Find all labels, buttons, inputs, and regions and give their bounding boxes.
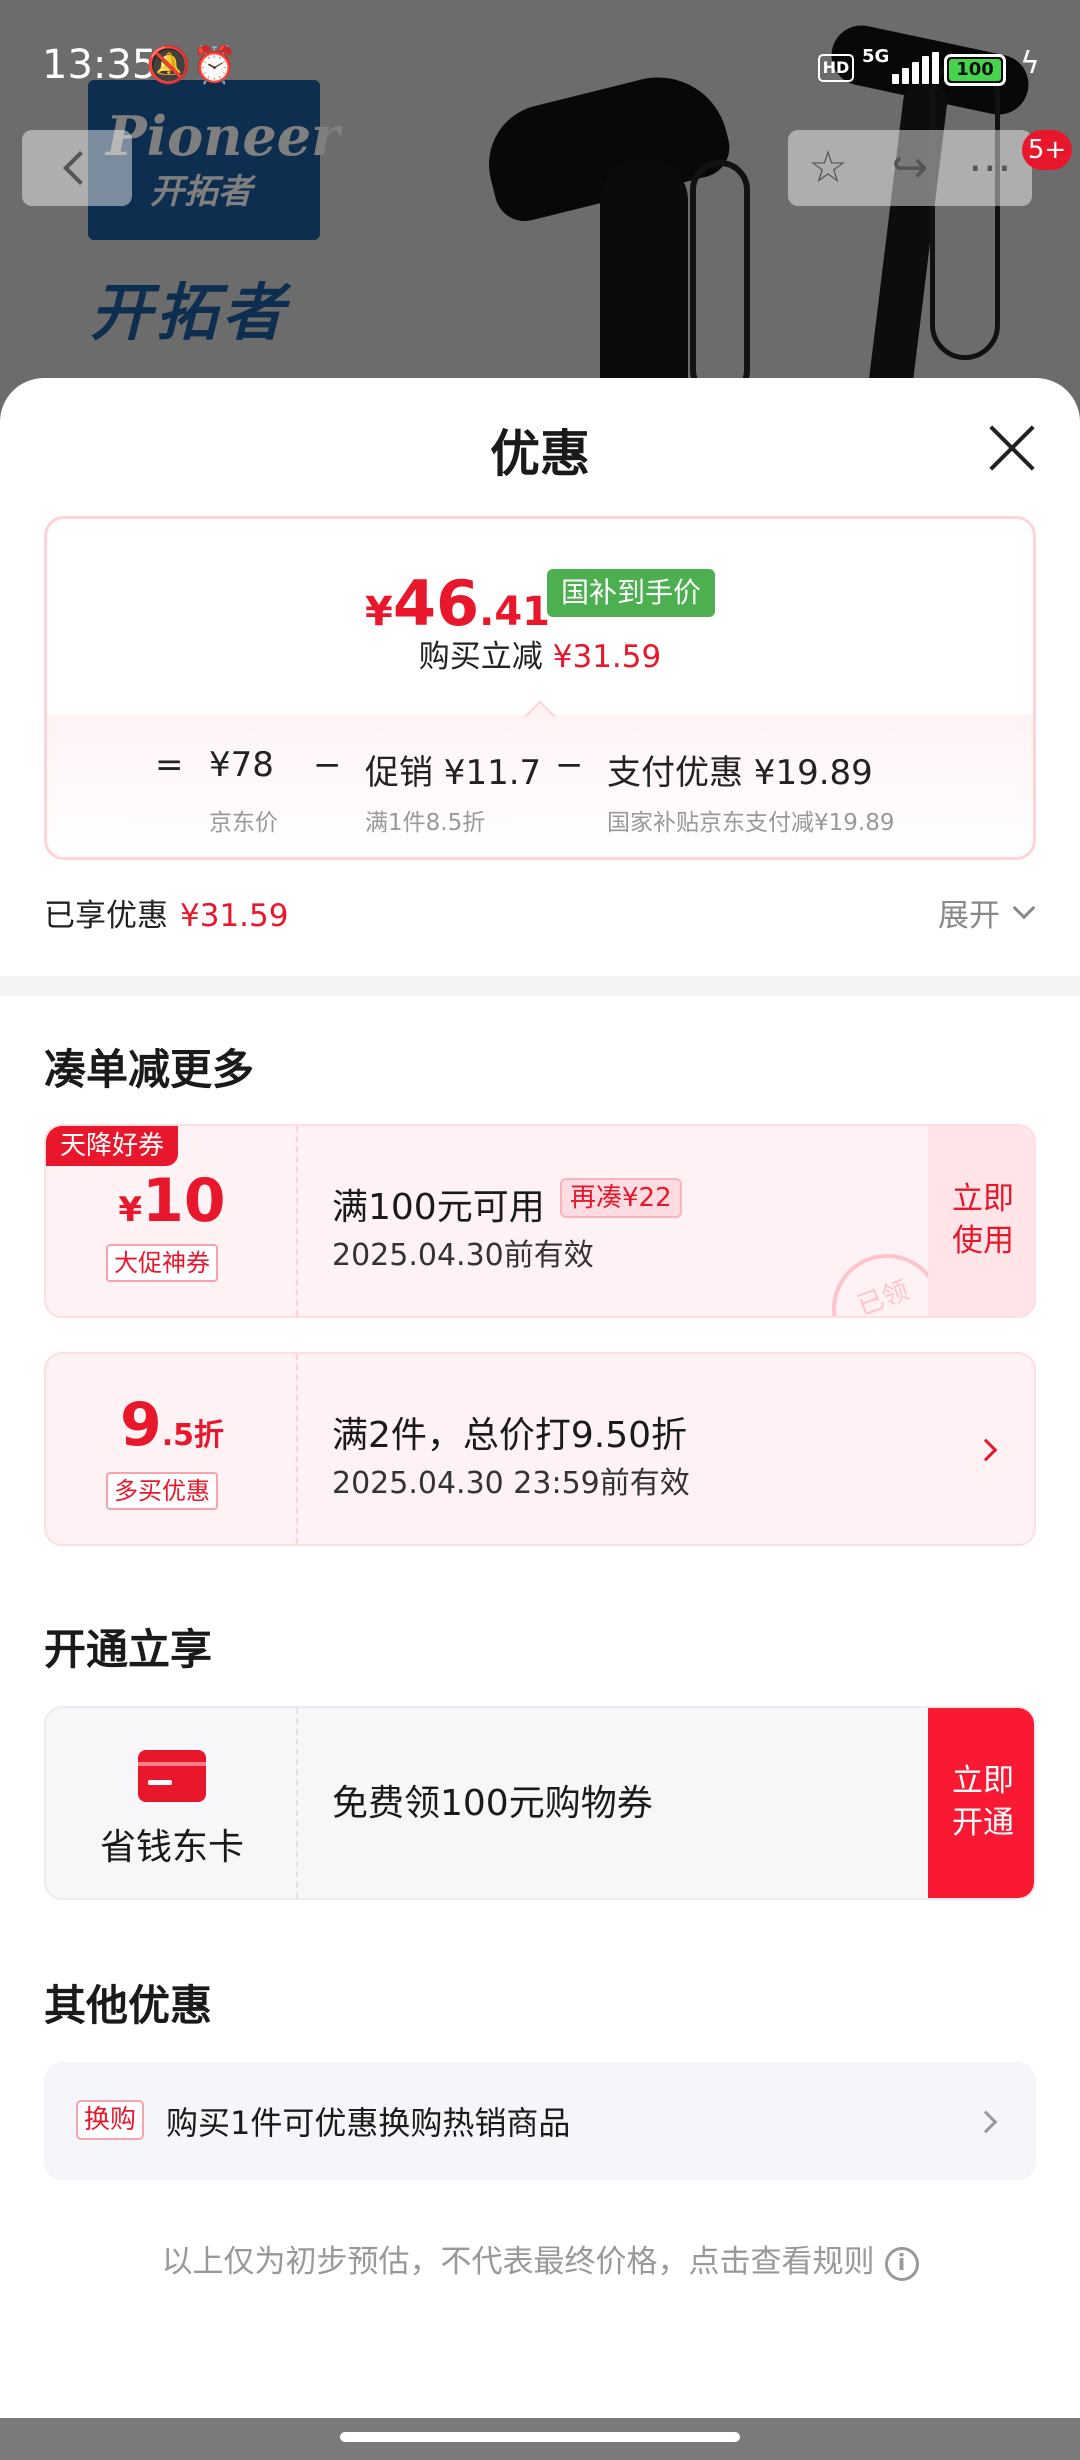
status-bar: 13:35 🔕 ⏰ HD 5G 100 ϟ [0, 0, 1080, 140]
alarm-icon: ⏰ [192, 45, 237, 86]
instant-discount: 购买立减 ¥31.59 [47, 631, 1033, 676]
membership-card[interactable]: 省钱东卡 免费领100元购物券 立即 开通 [44, 1706, 1036, 1900]
instant-discount-amount: ¥31.59 [552, 639, 662, 675]
network-type: 5G [862, 46, 890, 67]
cane-strap-image [690, 160, 750, 400]
enjoyed-discount-label: 已享优惠 [44, 898, 168, 934]
brand-name-cn: 开拓者 [90, 276, 289, 349]
open-now-button[interactable]: 立即 开通 [928, 1708, 1034, 1898]
info-icon[interactable]: i [884, 2246, 919, 2281]
promo-label: 满1件8.5折 [365, 810, 486, 836]
coupon-type-tag: 大促神券 [106, 1244, 218, 1282]
disclaimer-text: 以上仅为初步预估，不代表最终价格，点击查看规则 [161, 2244, 875, 2280]
payment-discount-value: 支付优惠 ¥19.89 [607, 753, 873, 793]
battery-level: 100 [949, 59, 1001, 81]
membership-desc: 免费领100元购物券 [332, 1783, 653, 1824]
nav-actions: ☆ ↪ ⋯ [788, 130, 1032, 206]
chevron-right-icon[interactable] [974, 2110, 998, 2134]
status-time: 13:35 [42, 42, 158, 88]
home-indicator[interactable] [340, 2432, 740, 2442]
enjoyed-discount: 已享优惠 ¥31.59 [44, 890, 288, 935]
share-icon[interactable]: ↪ [884, 142, 936, 194]
coupon-extra-tag: 再凑¥22 [560, 1178, 682, 1218]
membership-panel: 省钱东卡 [46, 1708, 298, 1898]
coupon-title: 满100元可用 [332, 1187, 545, 1228]
trade-in-tag: 换购 [76, 2100, 145, 2140]
multi-buy-offer-card[interactable]: 9.5折 多买优惠 满2件，总价打9.50折 2025.04.30 23:59前… [44, 1352, 1036, 1546]
final-price-decimal: .41 [479, 589, 550, 635]
equals-sign: = [155, 745, 184, 785]
chevron-right-icon[interactable] [974, 1438, 998, 1462]
cart-badge: 5+ [1022, 130, 1072, 170]
coupon-value: ¥10 [46, 1166, 298, 1236]
offer-validity: 2025.04.30 23:59前有效 [332, 1466, 690, 1501]
chevron-down-icon[interactable] [1012, 896, 1036, 920]
offer-title: 满2件，总价打9.50折 [332, 1415, 688, 1456]
coupon-validity: 2025.04.30前有效 [332, 1238, 594, 1273]
instant-discount-label: 购买立减 [418, 639, 543, 675]
use-now-button[interactable]: 立即 使用 [928, 1126, 1034, 1316]
sheet-title: 优惠 [490, 425, 590, 483]
final-price-integer: 46 [392, 567, 480, 640]
enjoyed-discount-amount: ¥31.59 [180, 898, 289, 934]
membership-name: 省钱东卡 [99, 1827, 244, 1868]
offer-discount-dec: .5折 [161, 1418, 225, 1453]
offer-value: 9.5折 [46, 1390, 298, 1460]
promo-value: 促销 ¥11.7 [365, 753, 542, 793]
favorite-star-icon[interactable]: ☆ [802, 142, 854, 194]
close-icon[interactable] [986, 422, 1036, 472]
minus-sign: − [555, 745, 584, 785]
final-price: ¥46.41 [365, 567, 550, 640]
jd-price-label: 京东价 [209, 810, 278, 836]
disclaimer-link[interactable]: 以上仅为初步预估，不代表最终价格，点击查看规则 i [0, 2236, 1080, 2281]
offer-value-panel: 9.5折 多买优惠 [46, 1354, 298, 1544]
hd-icon: HD [818, 54, 854, 82]
battery-icon: 100 [944, 54, 1006, 86]
section-title-more: 凑单减更多 [44, 1045, 255, 1094]
coupon-amount: 10 [142, 1166, 226, 1236]
discount-sheet: 优惠 ¥46.41 国补到手价 购买立减 ¥31.59 = ¥78 京东价 − 促… [0, 378, 1080, 2418]
coupon-card[interactable]: 天降好券 ¥10 大促神券 满100元可用 再凑¥22 2025.04.30前有… [44, 1124, 1036, 1318]
offer-discount-int: 9 [119, 1390, 162, 1460]
trade-in-text: 购买1件可优惠换购热销商品 [166, 2104, 571, 2142]
offer-type-tag: 多买优惠 [106, 1472, 218, 1510]
section-title-open: 开通立享 [44, 1625, 213, 1674]
charging-icon: ϟ [1020, 46, 1040, 81]
jd-price-value: ¥78 [209, 745, 274, 785]
card-icon [138, 1750, 206, 1802]
brand-logo-cn: 开拓者 [150, 172, 252, 212]
coupon-corner-tag: 天降好券 [46, 1126, 179, 1166]
trade-in-offer-row[interactable]: 换购 购买1件可优惠换购热销商品 [44, 2062, 1036, 2180]
mute-bell-icon: 🔕 [146, 45, 191, 86]
final-price-currency: ¥ [365, 589, 393, 635]
more-icon[interactable]: ⋯ [964, 142, 1016, 194]
signal-icon [892, 52, 942, 84]
subsidy-price-tag: 国补到手价 [547, 569, 716, 617]
price-breakdown-card: ¥46.41 国补到手价 购买立减 ¥31.59 = ¥78 京东价 − 促销 ¥… [44, 516, 1036, 860]
payment-discount-label: 国家补贴京东支付减¥19.89 [607, 810, 895, 836]
back-button[interactable] [22, 130, 132, 206]
coupon-currency: ¥ [118, 1190, 143, 1230]
coupon-value-panel: 天降好券 ¥10 大促神券 [46, 1126, 298, 1316]
section-title-other: 其他优惠 [44, 1981, 213, 2030]
minus-sign: − [313, 745, 342, 785]
section-divider [0, 976, 1080, 996]
expand-button[interactable]: 展开 [938, 890, 1000, 935]
